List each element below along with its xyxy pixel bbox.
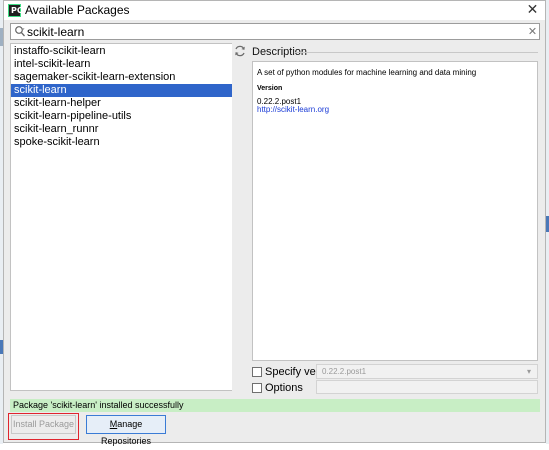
- description-panel: A set of python modules for machine lear…: [252, 61, 538, 361]
- list-side-toolbar: [232, 43, 249, 391]
- search-icon[interactable]: [14, 25, 26, 38]
- version-select-value: 0.22.2.post1: [322, 367, 367, 376]
- specify-version-checkbox[interactable]: [252, 367, 262, 377]
- package-list-item[interactable]: scikit-learn_runnr: [11, 123, 232, 136]
- package-list-item[interactable]: spoke-scikit-learn: [11, 136, 232, 149]
- search-input[interactable]: [27, 24, 517, 39]
- button-label: anage Repositories: [100, 419, 152, 446]
- status-message: Package 'scikit-learn' installed success…: [10, 399, 540, 412]
- package-list-item[interactable]: scikit-learn-helper: [11, 97, 232, 110]
- package-homepage-link[interactable]: http://scikit-learn.org: [257, 105, 329, 114]
- title-bar[interactable]: PC Available Packages ✕: [4, 1, 545, 20]
- window-title: Available Packages: [25, 3, 130, 17]
- package-list-item[interactable]: scikit-learn: [11, 84, 232, 97]
- package-list-item[interactable]: instaffo-scikit-learn: [11, 45, 232, 58]
- refresh-icon[interactable]: [233, 44, 247, 58]
- options-checkbox[interactable]: [252, 383, 262, 393]
- options-input[interactable]: [316, 380, 538, 394]
- install-package-button[interactable]: Install Package: [11, 415, 76, 434]
- description-separator: [295, 52, 538, 53]
- chevron-down-icon: ▾: [527, 367, 532, 376]
- package-list-item[interactable]: scikit-learn-pipeline-utils: [11, 110, 232, 123]
- app-logo-icon: PC: [8, 4, 23, 17]
- manage-repositories-button[interactable]: Manage Repositories: [86, 415, 166, 446]
- package-list-item[interactable]: sagemaker-scikit-learn-extension: [11, 71, 232, 84]
- version-select[interactable]: 0.22.2.post1 ▾: [316, 364, 538, 379]
- package-list-item[interactable]: intel-scikit-learn: [11, 58, 232, 71]
- package-summary: A set of python modules for machine lear…: [257, 68, 477, 77]
- available-packages-dialog: PC Available Packages ✕ ✕ instaffo-sciki…: [3, 0, 546, 446]
- clear-search-icon[interactable]: ✕: [527, 24, 538, 39]
- close-icon[interactable]: ✕: [520, 1, 545, 20]
- package-list[interactable]: instaffo-scikit-learn intel-scikit-learn…: [10, 43, 233, 391]
- options-label[interactable]: Options: [265, 382, 303, 394]
- version-heading: Version: [257, 85, 283, 92]
- search-box[interactable]: ✕: [10, 23, 540, 40]
